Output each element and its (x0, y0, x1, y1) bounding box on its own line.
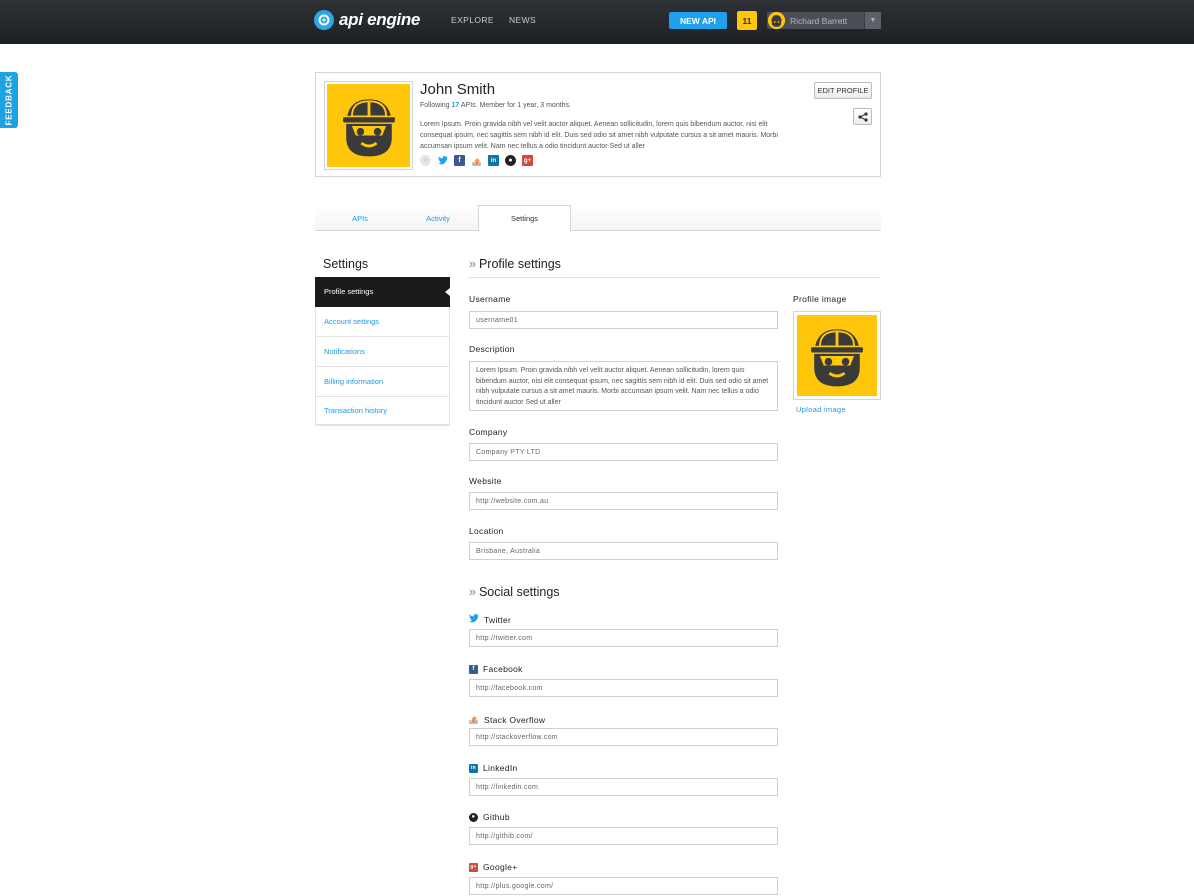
gear-icon (314, 10, 334, 30)
github-field[interactable]: http://githib.com/ (469, 827, 778, 845)
profile-tabs: APIs Activity Settings (315, 205, 881, 232)
github-icon: ● (469, 812, 478, 822)
location-label: Location (469, 526, 504, 536)
social-settings-title: Social settings (478, 585, 560, 599)
linkedin-label: in LinkedIn (469, 763, 518, 773)
company-field[interactable]: Company PTY LTD (469, 443, 778, 461)
stackoverflow-icon[interactable] (471, 155, 482, 166)
feedback-label: FEEDBACK (4, 74, 14, 126)
topbar-scalloped-edge (0, 40, 1194, 46)
location-field[interactable]: Brisbane, Australia (469, 542, 778, 560)
following-count[interactable]: 17 (452, 102, 460, 109)
linkedin-icon: in (469, 763, 478, 773)
profile-social-links: ○ f in ● g+ (420, 155, 533, 166)
avatar (768, 12, 785, 29)
twitter-label: Twitter (469, 614, 511, 625)
googleplus-label: g+ Google+ (469, 862, 517, 872)
sidebar-item-notifications[interactable]: Notifications (315, 337, 450, 367)
website-icon[interactable]: ○ (420, 155, 431, 166)
googleplus-label-text: Google+ (483, 862, 518, 872)
notification-badge[interactable]: 11 (737, 11, 757, 30)
tab-settings[interactable]: Settings (478, 205, 571, 232)
twitter-icon (469, 614, 479, 625)
description-field[interactable]: Lorem Ipsum. Proin gravida nibh vel veli… (469, 361, 778, 411)
profile-image-label: Profile image (793, 294, 847, 304)
facebook-field[interactable]: http://facebook.com (469, 679, 778, 697)
stackoverflow-icon (469, 713, 479, 726)
worker-avatar-icon (341, 98, 396, 156)
sidebar-item-profile-settings[interactable]: Profile settings (315, 277, 450, 307)
sidebar-item-transaction-history[interactable]: Transaction history (315, 397, 450, 425)
facebook-label: f Facebook (469, 664, 523, 674)
github-label-text: Github (483, 812, 510, 822)
stackoverflow-field[interactable]: http://stackoverflow.com (469, 728, 778, 746)
top-navigation-bar: api engine EXPLORE NEWS NEW API 11 Richa… (0, 0, 1194, 44)
sidebar-item-billing-information[interactable]: Billing information (315, 367, 450, 397)
stackoverflow-label: Stack Overflow (469, 713, 545, 726)
linkedin-field[interactable]: http://linkedin.com (469, 778, 778, 796)
googleplus-icon[interactable]: g+ (522, 155, 533, 166)
new-api-button[interactable]: NEW API (669, 12, 727, 29)
twitter-label-text: Twitter (484, 614, 512, 625)
facebook-icon[interactable]: f (454, 155, 465, 166)
profile-card: John Smith Following 17 APIs. Member for… (315, 72, 881, 177)
brand-name: api engine (339, 10, 421, 29)
nav-news[interactable]: NEWS (509, 15, 536, 25)
stackoverflow-label-text: Stack Overflow (484, 714, 546, 725)
share-icon (857, 111, 868, 122)
following-suffix: APIs. Member for 1 year, 3 months. (460, 102, 571, 109)
chevron-down-icon[interactable]: ▼ (864, 12, 881, 29)
worker-avatar-icon (809, 328, 865, 386)
profile-image (793, 311, 881, 400)
profile-settings-heading: » Profile settings (469, 257, 561, 271)
facebook-label-text: Facebook (483, 664, 523, 674)
avatar (324, 81, 413, 170)
profile-following: Following 17 APIs. Member for 1 year, 3 … (420, 102, 571, 109)
following-prefix: Following (420, 102, 450, 109)
section-divider (469, 277, 881, 278)
twitter-icon[interactable] (437, 155, 448, 166)
website-field[interactable]: http://website.com.au (469, 492, 778, 510)
settings-sidebar: Profile settings Account settings Notifi… (315, 277, 450, 426)
profile-name: John Smith (420, 81, 496, 98)
linkedin-icon[interactable]: in (488, 155, 499, 166)
googleplus-icon: g+ (469, 862, 478, 872)
profile-settings-title: Profile settings (478, 257, 561, 271)
github-icon[interactable]: ● (505, 155, 516, 166)
twitter-field[interactable]: http://twitter.com (469, 629, 778, 647)
user-name: Richard Barrett (790, 15, 848, 26)
user-menu[interactable]: Richard Barrett ▼ (767, 12, 881, 29)
linkedin-label-text: LinkedIn (483, 763, 518, 773)
username-field[interactable]: username01 (469, 311, 778, 329)
feedback-tab[interactable]: FEEDBACK (0, 72, 18, 128)
facebook-icon: f (469, 664, 478, 674)
edit-profile-button[interactable]: EDIT PROFILE (814, 82, 872, 99)
tab-activity[interactable]: Activity (397, 205, 479, 231)
description-label: Description (469, 344, 515, 354)
social-settings-heading: » Social settings (469, 585, 560, 599)
username-label: Username (469, 294, 511, 304)
sidebar-item-account-settings[interactable]: Account settings (315, 307, 450, 337)
nav-explore[interactable]: EXPLORE (451, 15, 494, 25)
sidebar-title: Settings (323, 257, 369, 271)
github-label: ● Github (469, 812, 510, 822)
tab-apis[interactable]: APIs (315, 205, 405, 231)
profile-bio: Lorem Ipsum. Proin gravida nibh vel veli… (420, 121, 778, 150)
googleplus-field[interactable]: http://plus.google.com/ (469, 877, 778, 895)
share-button[interactable] (853, 108, 872, 125)
company-label: Company (469, 427, 508, 437)
upload-image-link[interactable]: Upload image (796, 405, 846, 414)
brand-logo[interactable]: api engine (314, 10, 420, 30)
website-label: Website (469, 476, 502, 486)
